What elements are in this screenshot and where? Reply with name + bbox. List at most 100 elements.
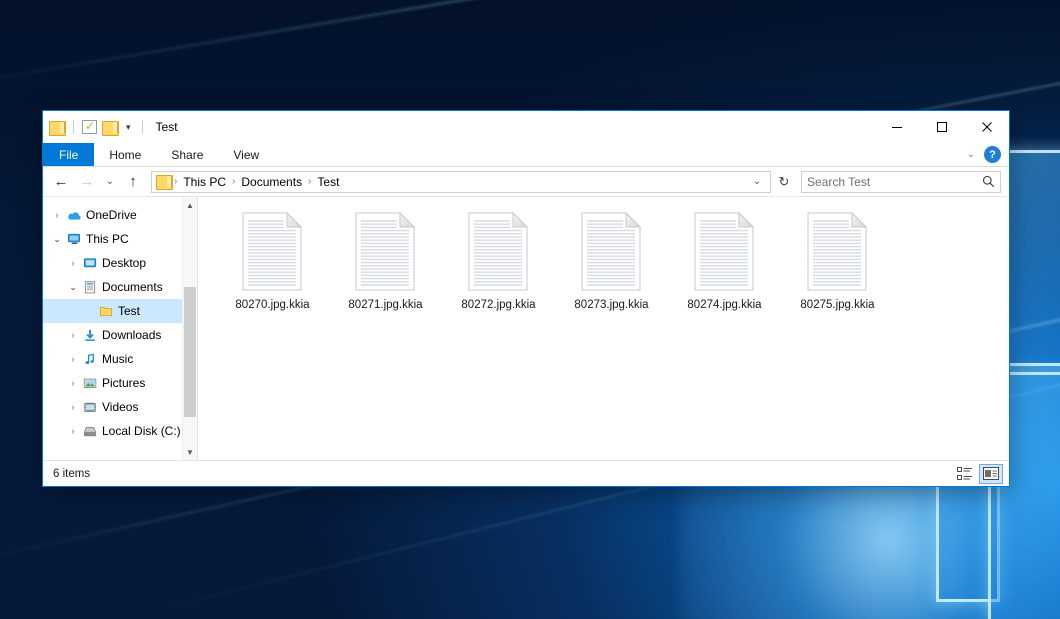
sidebar-item-onedrive[interactable]: › OneDrive: [43, 203, 197, 227]
file-name-label: 80273.jpg.kkia: [574, 299, 648, 311]
tab-share[interactable]: Share: [156, 143, 218, 166]
sidebar-item-label: Test: [115, 304, 140, 318]
generic-document-icon: [691, 211, 759, 293]
scroll-down-icon[interactable]: ▼: [183, 444, 197, 460]
file-grid: 80270.jpg.kkia 80271.jpg.kkia 80272.jpg.kk…: [198, 197, 1009, 329]
folder-tree: › OneDrive ⌄This PC › Desktop ⌄ Documents Test ›…: [43, 197, 197, 443]
chevron-right-icon[interactable]: ›: [65, 402, 81, 412]
new-folder-icon[interactable]: [102, 121, 118, 134]
generic-document-icon: [239, 211, 307, 293]
sidebar-item-pictures[interactable]: › Pictures: [43, 371, 197, 395]
search-box[interactable]: [801, 171, 1001, 193]
tab-view[interactable]: View: [218, 143, 274, 166]
recent-locations-icon[interactable]: ⌄: [101, 170, 119, 194]
divider: [142, 120, 143, 134]
chevron-right-icon[interactable]: ›: [65, 378, 81, 388]
maximize-button[interactable]: [919, 111, 964, 143]
help-icon[interactable]: ?: [984, 146, 1001, 163]
sidebar-item-desktop[interactable]: › Desktop: [43, 251, 197, 275]
file-item[interactable]: 80271.jpg.kkia: [329, 211, 442, 329]
drive-icon: [81, 425, 99, 438]
sidebar-item-label: Desktop: [99, 256, 146, 270]
details-view-button[interactable]: [953, 464, 977, 484]
breadcrumb-item-documents[interactable]: Documents: [237, 175, 306, 189]
navigation-pane: › OneDrive ⌄This PC › Desktop ⌄ Documents Test ›…: [43, 197, 198, 460]
breadcrumb-separator: ›: [174, 176, 177, 187]
sidebar-item-music[interactable]: › Music: [43, 347, 197, 371]
chevron-right-icon[interactable]: ›: [65, 426, 81, 436]
breadcrumb-folder-icon: [156, 175, 172, 188]
navigation-scrollbar[interactable]: ▲ ▼: [182, 197, 197, 460]
back-button[interactable]: ←: [49, 170, 73, 194]
chevron-right-icon[interactable]: ›: [65, 330, 81, 340]
sidebar-item-label: Pictures: [99, 376, 145, 390]
breadcrumb-dropdown-icon[interactable]: ⌄: [748, 172, 766, 192]
thispc-icon: [65, 233, 83, 246]
up-button[interactable]: ↑: [121, 170, 145, 194]
file-item[interactable]: 80270.jpg.kkia: [216, 211, 329, 329]
file-explorer-window: ▾ Test File Home Share View: [42, 110, 1010, 487]
breadcrumb-separator: ›: [232, 176, 235, 187]
sidebar-item-label: OneDrive: [83, 208, 137, 222]
generic-document-icon: [804, 211, 872, 293]
generic-document-icon: [465, 211, 533, 293]
chevron-down-icon[interactable]: ⌄: [967, 149, 975, 160]
customize-caret-icon[interactable]: ▾: [123, 123, 134, 132]
scroll-up-icon[interactable]: ▲: [183, 197, 197, 213]
file-item[interactable]: 80275.jpg.kkia: [781, 211, 894, 329]
large-icons-view-button[interactable]: [979, 464, 1003, 484]
file-name-label: 80270.jpg.kkia: [235, 299, 309, 311]
sidebar-item-downloads[interactable]: ›Downloads: [43, 323, 197, 347]
folder-icon: [97, 305, 115, 318]
status-bar: 6 items: [43, 460, 1009, 486]
scrollbar-thumb[interactable]: [184, 287, 196, 417]
documents-icon: [81, 281, 99, 294]
videos-icon: [81, 401, 99, 414]
sidebar-item-local-disk-c[interactable]: ›Local Disk (C:): [43, 419, 197, 443]
downloads-icon: [81, 329, 99, 342]
folder-icon[interactable]: [49, 121, 65, 134]
file-name-label: 80275.jpg.kkia: [800, 299, 874, 311]
file-name-label: 80271.jpg.kkia: [348, 299, 422, 311]
sidebar-item-videos[interactable]: ›Videos: [43, 395, 197, 419]
sidebar-item-label: Music: [99, 352, 133, 366]
file-item[interactable]: 80273.jpg.kkia: [555, 211, 668, 329]
chevron-right-icon[interactable]: ›: [65, 354, 81, 364]
sidebar-item-label: Documents: [99, 280, 163, 294]
generic-document-icon: [578, 211, 646, 293]
desktop-icon: [81, 257, 99, 270]
window-controls: [874, 111, 1009, 143]
ribbon-tab-bar: File Home Share View ⌄ ?: [43, 143, 1009, 167]
file-item[interactable]: 80274.jpg.kkia: [668, 211, 781, 329]
divider: [73, 120, 74, 134]
chevron-down-icon[interactable]: ⌄: [65, 282, 81, 293]
chevron-right-icon[interactable]: ›: [49, 210, 65, 220]
tab-file[interactable]: File: [43, 143, 94, 166]
breadcrumb-item-this-pc[interactable]: This PC: [179, 175, 230, 189]
tab-home[interactable]: Home: [94, 143, 156, 166]
desktop: ▾ Test File Home Share View: [0, 0, 1060, 619]
sidebar-item-this-pc[interactable]: ⌄This PC: [43, 227, 197, 251]
music-icon: [81, 353, 99, 366]
minimize-button[interactable]: [874, 111, 919, 143]
ribbon-right-group: ⌄ ?: [967, 143, 1009, 166]
properties-icon[interactable]: [82, 120, 97, 134]
file-item[interactable]: 80272.jpg.kkia: [442, 211, 555, 329]
breadcrumb-separator: ›: [308, 176, 311, 187]
sidebar-item-documents[interactable]: ⌄ Documents: [43, 275, 197, 299]
file-list-pane[interactable]: 80270.jpg.kkia 80271.jpg.kkia 80272.jpg.kk…: [198, 197, 1009, 460]
file-name-label: 80274.jpg.kkia: [687, 299, 761, 311]
search-input[interactable]: [807, 175, 982, 189]
sidebar-item-test[interactable]: Test: [43, 299, 197, 323]
chevron-down-icon[interactable]: ⌄: [49, 234, 65, 245]
breadcrumb[interactable]: › This PC › Documents › Test ⌄: [151, 171, 771, 193]
file-name-label: 80272.jpg.kkia: [461, 299, 535, 311]
breadcrumb-item-test[interactable]: Test: [313, 175, 343, 189]
refresh-button[interactable]: ↻: [773, 171, 795, 193]
generic-document-icon: [352, 211, 420, 293]
address-bar: ← → ⌄ ↑ › This PC › Documents › Test ⌄ ↻: [43, 167, 1009, 197]
item-count-label: 6 items: [53, 468, 90, 480]
close-button[interactable]: [964, 111, 1009, 143]
forward-button[interactable]: →: [75, 170, 99, 194]
chevron-right-icon[interactable]: ›: [65, 258, 81, 268]
